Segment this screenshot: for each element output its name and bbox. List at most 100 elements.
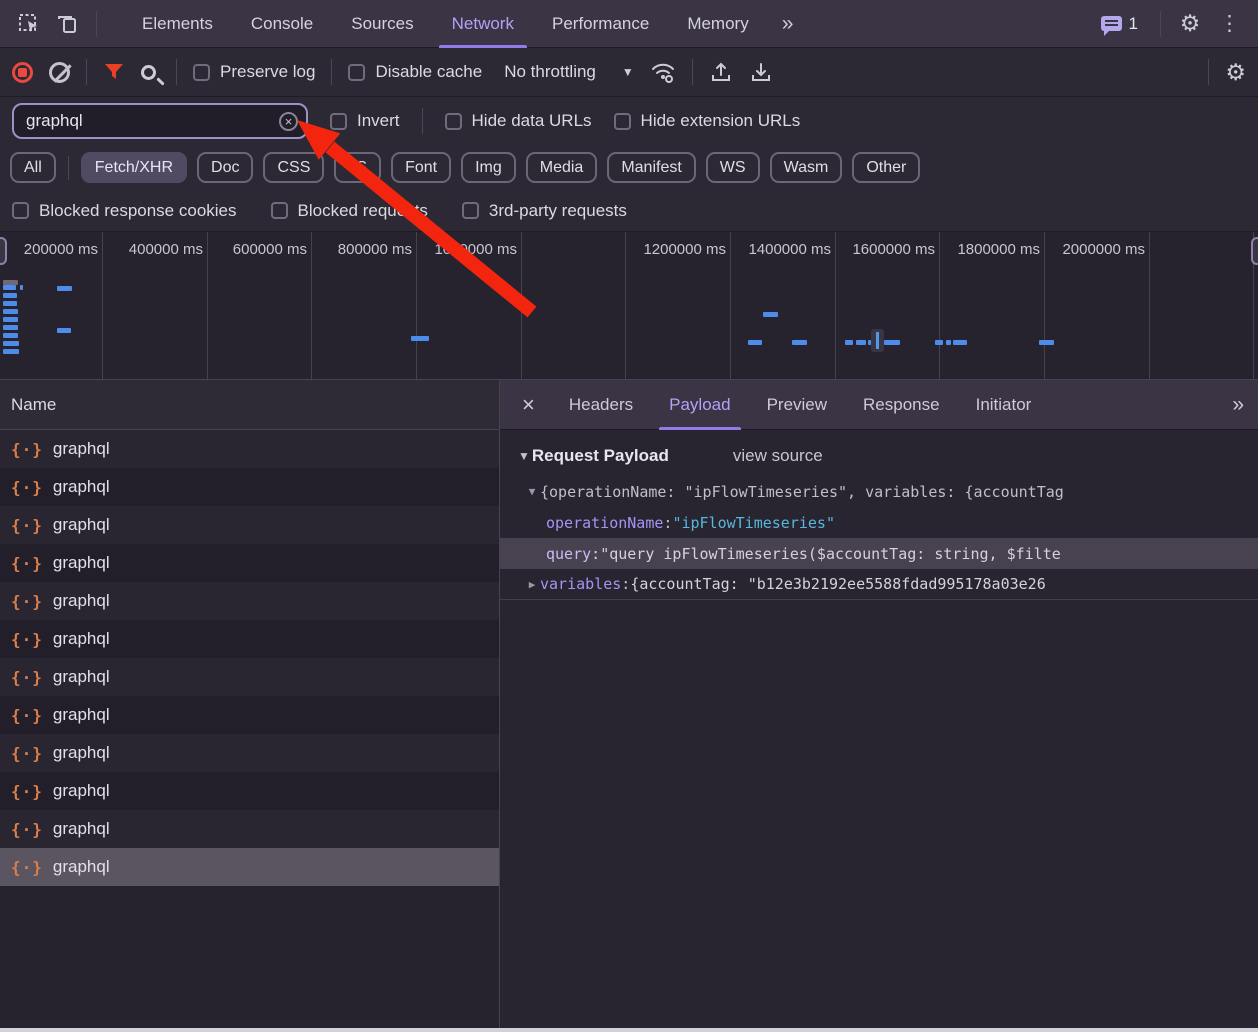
payload-root-row[interactable]: ▼ {operationName: "ipFlowTimeseries", va…: [500, 476, 1258, 507]
timeline-request-bar[interactable]: [3, 333, 18, 338]
request-row[interactable]: {·}graphql: [0, 468, 499, 506]
disable-cache-checkbox[interactable]: Disable cache: [348, 62, 482, 82]
timeline-request-bar[interactable]: [763, 312, 778, 317]
request-row[interactable]: {·}graphql: [0, 620, 499, 658]
payload-root-preview: {operationName: "ipFlowTimeseries", vari…: [540, 483, 1064, 501]
hide-extension-urls-checkbox[interactable]: Hide extension URLs: [614, 111, 801, 131]
name-column-header[interactable]: Name: [0, 380, 499, 430]
third-party-requests-checkbox[interactable]: 3rd-party requests: [462, 201, 627, 221]
close-detail-icon[interactable]: ×: [506, 392, 551, 418]
filter-chip-wasm[interactable]: Wasm: [770, 152, 843, 183]
tab-memory[interactable]: Memory: [668, 0, 767, 48]
tab-performance[interactable]: Performance: [533, 0, 668, 48]
timeline-request-bar[interactable]: [845, 340, 853, 345]
filter-chip-img[interactable]: Img: [461, 152, 516, 183]
throttling-dropdown[interactable]: No throttling ▼: [504, 62, 634, 82]
timeline-request-bar[interactable]: [3, 309, 18, 314]
tab-elements[interactable]: Elements: [123, 0, 232, 48]
blocked-response-cookies-checkbox[interactable]: Blocked response cookies: [12, 201, 237, 221]
export-har-icon[interactable]: [749, 60, 773, 84]
search-icon[interactable]: [141, 65, 156, 80]
request-row[interactable]: {·}graphql: [0, 772, 499, 810]
timeline-request-bar[interactable]: [3, 285, 16, 290]
timeline-request-bar[interactable]: [935, 340, 943, 345]
detail-tab-initiator[interactable]: Initiator: [958, 380, 1050, 430]
timeline-request-bar[interactable]: [946, 340, 951, 345]
clear-network-log-icon[interactable]: [49, 62, 70, 83]
timeline-right-gripper[interactable]: [1251, 237, 1258, 265]
filter-chip-other[interactable]: Other: [852, 152, 920, 183]
request-row[interactable]: {·}graphql: [0, 696, 499, 734]
payload-prop-query[interactable]: query: "query ipFlowTimeseries($accountT…: [500, 538, 1258, 569]
detail-tab-payload[interactable]: Payload: [651, 380, 748, 430]
record-network-log-button[interactable]: [12, 62, 33, 83]
clear-filter-icon[interactable]: ×: [279, 112, 298, 131]
timeline-request-bar[interactable]: [3, 301, 17, 306]
detail-tab-preview[interactable]: Preview: [749, 380, 845, 430]
filter-chip-doc[interactable]: Doc: [197, 152, 253, 183]
view-source-link[interactable]: view source: [733, 446, 823, 466]
timeline-left-gripper[interactable]: [0, 237, 7, 265]
timeline-request-bar[interactable]: [3, 349, 19, 354]
timeline-request-bar[interactable]: [953, 340, 967, 345]
filter-funnel-icon[interactable]: [103, 61, 125, 83]
network-conditions-icon[interactable]: [650, 60, 676, 84]
timeline-request-bar[interactable]: [856, 340, 866, 345]
timeline-request-bar[interactable]: [411, 336, 429, 341]
collapse-toggle-icon[interactable]: ▼: [524, 485, 540, 498]
detail-tab-headers[interactable]: Headers: [551, 380, 651, 430]
filter-chip-js[interactable]: JS: [334, 152, 381, 183]
filter-chip-all[interactable]: All: [10, 152, 56, 183]
timeline-request-bar[interactable]: [20, 285, 23, 290]
filter-chip-fetch-xhr[interactable]: Fetch/XHR: [81, 152, 187, 183]
device-toolbar-icon[interactable]: [50, 7, 84, 41]
tab-network[interactable]: Network: [433, 0, 533, 48]
request-row[interactable]: {·}graphql: [0, 582, 499, 620]
timeline-request-bar[interactable]: [3, 317, 18, 322]
tab-sources[interactable]: Sources: [332, 0, 432, 48]
checkbox-box: [348, 64, 365, 81]
more-panels-icon[interactable]: »: [772, 12, 802, 36]
request-row[interactable]: {·}graphql: [0, 810, 499, 848]
filter-chip-manifest[interactable]: Manifest: [607, 152, 695, 183]
filter-input[interactable]: [26, 111, 272, 131]
request-row[interactable]: {·}graphql: [0, 430, 499, 468]
invert-checkbox[interactable]: Invert: [330, 111, 400, 131]
request-row[interactable]: {·}graphql: [0, 658, 499, 696]
preserve-log-checkbox[interactable]: Preserve log: [193, 62, 315, 82]
timeline-request-bar[interactable]: [3, 325, 18, 330]
request-row[interactable]: {·}graphql: [0, 506, 499, 544]
timeline-request-bar[interactable]: [57, 328, 71, 333]
timeline-request-bar[interactable]: [57, 286, 72, 291]
timeline-request-bar[interactable]: [884, 340, 900, 345]
request-payload-section[interactable]: ▼ Request Payload view source: [500, 430, 1258, 476]
payload-prop-operationname[interactable]: operationName: "ipFlowTimeseries": [500, 507, 1258, 538]
timeline-request-bar[interactable]: [3, 293, 17, 298]
tab-console[interactable]: Console: [232, 0, 332, 48]
checkbox-box: [614, 113, 631, 130]
issues-button[interactable]: 1: [1101, 14, 1138, 34]
timeline-request-bar[interactable]: [748, 340, 762, 345]
filter-chip-ws[interactable]: WS: [706, 152, 760, 183]
request-row[interactable]: {·}graphql: [0, 544, 499, 582]
network-settings-gear-icon[interactable]: ⚙: [1225, 61, 1246, 84]
request-row[interactable]: {·}graphql: [0, 848, 499, 886]
timeline-request-bar[interactable]: [3, 341, 19, 346]
blocked-requests-checkbox[interactable]: Blocked requests: [271, 201, 428, 221]
network-overview-timeline[interactable]: 200000 ms400000 ms600000 ms800000 ms1000…: [0, 232, 1258, 380]
timeline-request-bar[interactable]: [792, 340, 807, 345]
detail-tab-response[interactable]: Response: [845, 380, 958, 430]
filter-chip-css[interactable]: CSS: [263, 152, 324, 183]
request-row[interactable]: {·}graphql: [0, 734, 499, 772]
hide-data-urls-checkbox[interactable]: Hide data URLs: [445, 111, 592, 131]
filter-chip-font[interactable]: Font: [391, 152, 451, 183]
timeline-request-bar[interactable]: [1039, 340, 1054, 345]
settings-gear-icon[interactable]: ⚙: [1173, 7, 1207, 41]
more-detail-tabs-icon[interactable]: »: [1222, 393, 1252, 417]
inspect-element-icon[interactable]: [12, 7, 46, 41]
filter-chip-media[interactable]: Media: [526, 152, 598, 183]
import-har-icon[interactable]: [709, 60, 733, 84]
expand-toggle-icon[interactable]: ▶: [524, 578, 540, 591]
kebab-menu-icon[interactable]: ⋮: [1211, 11, 1248, 36]
payload-prop-variables[interactable]: ▶ variables: {accountTag: "b12e3b2192ee5…: [500, 569, 1258, 600]
